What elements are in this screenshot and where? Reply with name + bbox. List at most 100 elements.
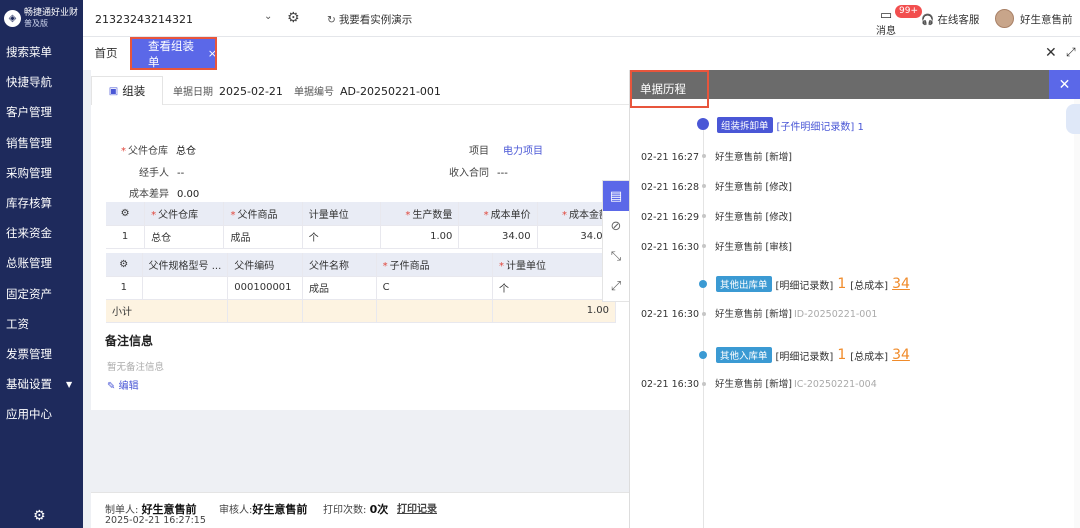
- detail-count[interactable]: 1: [837, 276, 846, 292]
- field-value: ---: [497, 168, 508, 179]
- tab-view-assembly[interactable]: 查看组装单 ×: [130, 37, 217, 70]
- nav-invoice[interactable]: 发票管理: [0, 339, 83, 369]
- nav-search-menu[interactable]: 搜索菜单: [0, 37, 83, 67]
- history-event: 02-21 16:30 好生意售前 [新增] IC-20250221-004: [641, 379, 877, 390]
- avatar[interactable]: [995, 9, 1014, 28]
- cell-qty: 1.00: [380, 225, 460, 249]
- history-event: 02-21 16:29 好生意售前 [修改]: [641, 212, 792, 223]
- doc-type-tag[interactable]: 其他入库单: [716, 347, 772, 363]
- table-header: ⚙ 父件规格型号 ... 父件编码 父件名称 * 子件商品 * 计量单位: [106, 253, 616, 277]
- table-row[interactable]: 1 000100001 成品 C 个: [106, 276, 616, 300]
- detail-link[interactable]: [子件明细记录数] 1: [777, 118, 864, 133]
- close-all-icon[interactable]: ✕: [1045, 45, 1057, 61]
- logo-title: 畅捷通好业财: [24, 8, 79, 19]
- print-record-link[interactable]: 打印记录: [397, 500, 437, 515]
- row-index: 1: [106, 225, 146, 249]
- tab-home[interactable]: 首页: [83, 37, 129, 70]
- date-label: 单据日期: [173, 87, 213, 98]
- assistant-widget-icon[interactable]: [1066, 104, 1080, 134]
- nav-label: 销售管理: [6, 135, 52, 150]
- nav-purchase[interactable]: 采购管理: [0, 158, 83, 188]
- cell-warehouse: 总仓: [144, 225, 225, 249]
- total-cost[interactable]: 34: [892, 276, 910, 292]
- nav-label: 总账管理: [6, 256, 52, 271]
- nav-label: 往来资金: [6, 226, 52, 241]
- demo-label: 我要看实例演示: [338, 14, 413, 26]
- document-footer: 制单人: 好生意售前 2025-02-21 16:27:15 审核人:好生意售前…: [91, 492, 629, 528]
- field-value: 0.00: [177, 189, 200, 200]
- field-label: 经手人: [139, 168, 169, 179]
- history-event: 02-21 16:27 好生意售前 [新增]: [641, 152, 792, 163]
- sidebar: ◈ 畅捷通好业财 普及版 搜索菜单 快捷导航 客户管理 销售管理 采购管理 库存…: [0, 0, 83, 528]
- doc-number: 单据编号 AD-20250221-001: [294, 83, 441, 98]
- column-header: 父件规格型号 ...: [142, 253, 229, 277]
- close-icon[interactable]: ×: [208, 47, 217, 60]
- nav-payroll[interactable]: 工资: [0, 309, 83, 339]
- nav-label: 固定资产: [6, 286, 52, 301]
- table-row[interactable]: 1 总仓 成品 个 1.00 34.00 34.00: [106, 225, 617, 249]
- nav-quick-nav[interactable]: 快捷导航: [0, 67, 83, 97]
- document-history-icon[interactable]: ▤: [603, 181, 629, 211]
- tab-assembly[interactable]: ▣ 组装: [91, 76, 163, 105]
- nav-basic-settings[interactable]: 基础设置 ▼: [0, 369, 83, 399]
- username[interactable]: 好生意售前: [1020, 12, 1073, 27]
- nav-fixed-assets[interactable]: 固定资产: [0, 279, 83, 309]
- total-cost[interactable]: 34: [892, 347, 910, 363]
- collapse-icon[interactable]: ⤡: [603, 241, 629, 271]
- timeline-dot: [697, 118, 709, 130]
- field-label: 成本差异: [129, 189, 169, 200]
- messages-badge: 99+: [895, 5, 922, 18]
- gear-icon[interactable]: ⚙: [287, 10, 300, 26]
- history-event: 02-21 16:30 好生意售前 [审核]: [641, 242, 792, 253]
- top-bar: 21323243214321 ⌄ ⚙ ↻ 我要看实例演示 ▭ 消息 99+ 🎧 在…: [83, 0, 1080, 37]
- column-header: * 子件商品: [376, 253, 494, 277]
- attachment-icon[interactable]: ⊘: [603, 211, 629, 241]
- nav-funds[interactable]: 往来资金: [0, 218, 83, 248]
- notes-edit-button[interactable]: ✎ 编辑: [107, 377, 139, 392]
- column-header: * 成本单价: [458, 202, 538, 226]
- close-icon[interactable]: ✕: [1049, 70, 1080, 99]
- side-toolbar: ▤ ⊘ ⤡ ⤢: [602, 180, 630, 302]
- cell-unit: 个: [302, 225, 382, 249]
- nav-app-center[interactable]: 应用中心: [0, 399, 83, 429]
- online-service-button[interactable]: 🎧 在线客服: [921, 12, 979, 27]
- history-group-assembly: 组装拆卸单 [子件明细记录数] 1: [717, 117, 864, 133]
- expand-arrows-icon[interactable]: ⤢: [603, 271, 629, 301]
- settings-gear-icon[interactable]: ⚙: [33, 508, 46, 524]
- field-label: 父件仓库: [128, 146, 168, 157]
- history-event: 02-21 16:28 好生意售前 [修改]: [641, 182, 792, 193]
- doc-type-tag[interactable]: 组装拆卸单: [717, 117, 773, 133]
- column-settings-icon[interactable]: ⚙: [106, 202, 146, 226]
- row-index: 1: [106, 276, 143, 300]
- column-settings-icon[interactable]: ⚙: [106, 253, 143, 277]
- nav-sales[interactable]: 销售管理: [0, 128, 83, 158]
- expand-icon[interactable]: ⤢: [1066, 45, 1076, 60]
- timeline-dot: [699, 280, 707, 288]
- nav-inventory[interactable]: 库存核算: [0, 188, 83, 218]
- demo-link[interactable]: ↻ 我要看实例演示: [327, 12, 412, 27]
- nav-label: 工资: [6, 316, 29, 331]
- edit-icon: ✎: [107, 381, 116, 392]
- field-value: --: [177, 168, 185, 179]
- nav-label: 搜索菜单: [6, 45, 52, 60]
- chevron-down-icon[interactable]: ⌄: [264, 11, 272, 22]
- account-selector[interactable]: 21323243214321: [95, 13, 193, 26]
- nav-ledger[interactable]: 总账管理: [0, 248, 83, 278]
- nav-label: 基础设置: [6, 377, 52, 392]
- project-link[interactable]: 电力项目: [503, 146, 543, 157]
- cell-spec: [142, 276, 229, 300]
- field-label: 收入合同: [449, 168, 489, 179]
- auditor: 审核人:好生意售前: [219, 503, 308, 516]
- notes-title: 备注信息: [105, 334, 154, 348]
- service-label: 在线客服: [937, 14, 980, 26]
- scrollbar[interactable]: [1074, 99, 1080, 528]
- detail-count[interactable]: 1: [837, 347, 846, 363]
- history-event: 02-21 16:30 好生意售前 [新增] ID-20250221-001: [641, 309, 878, 320]
- nav-customer[interactable]: 客户管理: [0, 97, 83, 127]
- document-header: ▣ 组装 单据日期 2025-02-21 单据编号 AD-20250221-001: [91, 70, 629, 105]
- doc-type-tag[interactable]: 其他出库单: [716, 276, 772, 292]
- edit-label: 编辑: [118, 381, 139, 392]
- column-header: * 计量单位: [492, 253, 616, 277]
- column-header: * 父件商品: [223, 202, 303, 226]
- nav-label: 采购管理: [6, 165, 52, 180]
